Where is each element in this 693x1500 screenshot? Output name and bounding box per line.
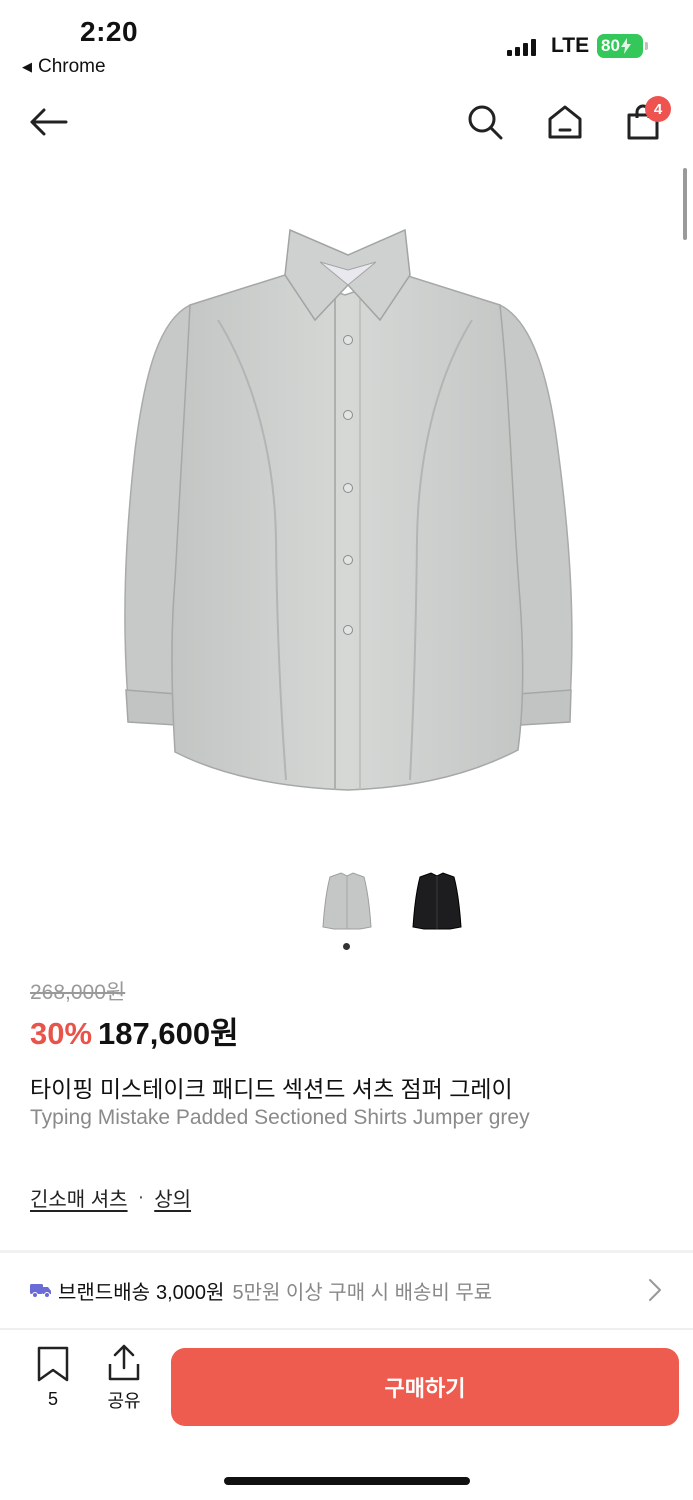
home-indicator[interactable] — [224, 1477, 470, 1485]
discount-rate: 30% — [30, 1016, 93, 1051]
search-button[interactable] — [463, 100, 507, 144]
thumbnail-black[interactable] — [402, 862, 472, 938]
page-scrollbar[interactable] — [683, 168, 687, 240]
bottom-action-bar: 5 공유 구매하기 — [0, 1330, 693, 1430]
buy-button[interactable]: 구매하기 — [171, 1348, 679, 1426]
arrow-left-icon — [30, 108, 68, 136]
black-shirt-thumb-icon — [412, 872, 462, 930]
share-icon — [108, 1344, 140, 1381]
battery-cap — [645, 42, 648, 50]
category-breadcrumb: 긴소매 셔츠 · 상의 — [30, 1183, 191, 1212]
shipping-info-row[interactable]: 브랜드배송 3,000원 5만원 이상 구매 시 배송비 무료 — [0, 1256, 693, 1324]
shirt-jacket-illustration — [124, 228, 573, 791]
sale-price: 187,600원 — [98, 1016, 239, 1051]
back-triangle-icon: ◀ — [22, 59, 32, 74]
back-button[interactable] — [26, 100, 70, 144]
cart-count-badge: 4 — [645, 96, 671, 122]
product-image[interactable] — [80, 200, 610, 820]
grey-shirt-thumb-icon — [322, 872, 372, 930]
image-thumbnails — [312, 862, 472, 938]
carousel-indicator-dot — [343, 943, 350, 950]
category-link-long-sleeve-shirt[interactable]: 긴소매 셔츠 — [30, 1183, 128, 1212]
signal-strength-icon — [507, 38, 536, 56]
chevron-right-icon — [648, 1278, 662, 1308]
back-app-label: Chrome — [38, 56, 106, 77]
product-title-korean: 타이핑 미스테이크 패디드 섹션드 셔츠 점퍼 그레이 — [30, 1076, 513, 1102]
category-separator: · — [137, 1186, 145, 1208]
original-price: 268,000원 — [30, 981, 126, 1004]
back-to-app-link[interactable]: ◀ Chrome — [22, 56, 106, 78]
category-link-top[interactable]: 상의 — [154, 1183, 191, 1212]
home-icon — [548, 105, 582, 139]
bookmark-button[interactable]: 5 — [30, 1346, 76, 1410]
battery-level: 80 — [601, 36, 620, 55]
share-button[interactable]: 공유 — [100, 1344, 148, 1413]
search-icon — [468, 105, 503, 140]
price-row: 30% 187,600원 — [30, 1008, 239, 1053]
battery-indicator: 80 — [597, 34, 643, 58]
shipping-note: 5만원 이상 구매 시 배송비 무료 — [232, 1281, 493, 1304]
share-label: 공유 — [107, 1391, 141, 1411]
top-navigation: 4 — [0, 86, 693, 160]
status-time: 2:20 — [80, 16, 139, 47]
thumbnail-grey[interactable] — [312, 862, 382, 938]
shipping-type: 브랜드배송 — [58, 1281, 150, 1304]
home-button[interactable] — [543, 100, 587, 144]
truck-icon — [30, 1282, 52, 1298]
bookmark-icon — [37, 1346, 69, 1382]
status-bar: 2:20 ◀ Chrome LTE 80 — [0, 0, 693, 86]
bookmark-count: 5 — [47, 1389, 58, 1409]
section-divider — [0, 1250, 693, 1253]
charging-bolt-icon — [620, 38, 631, 54]
shipping-fee: 3,000원 — [156, 1281, 225, 1304]
product-title-english: Typing Mistake Padded Sectioned Shirts J… — [30, 1106, 530, 1129]
network-type: LTE — [551, 34, 590, 57]
cart-button[interactable]: 4 — [621, 96, 671, 144]
